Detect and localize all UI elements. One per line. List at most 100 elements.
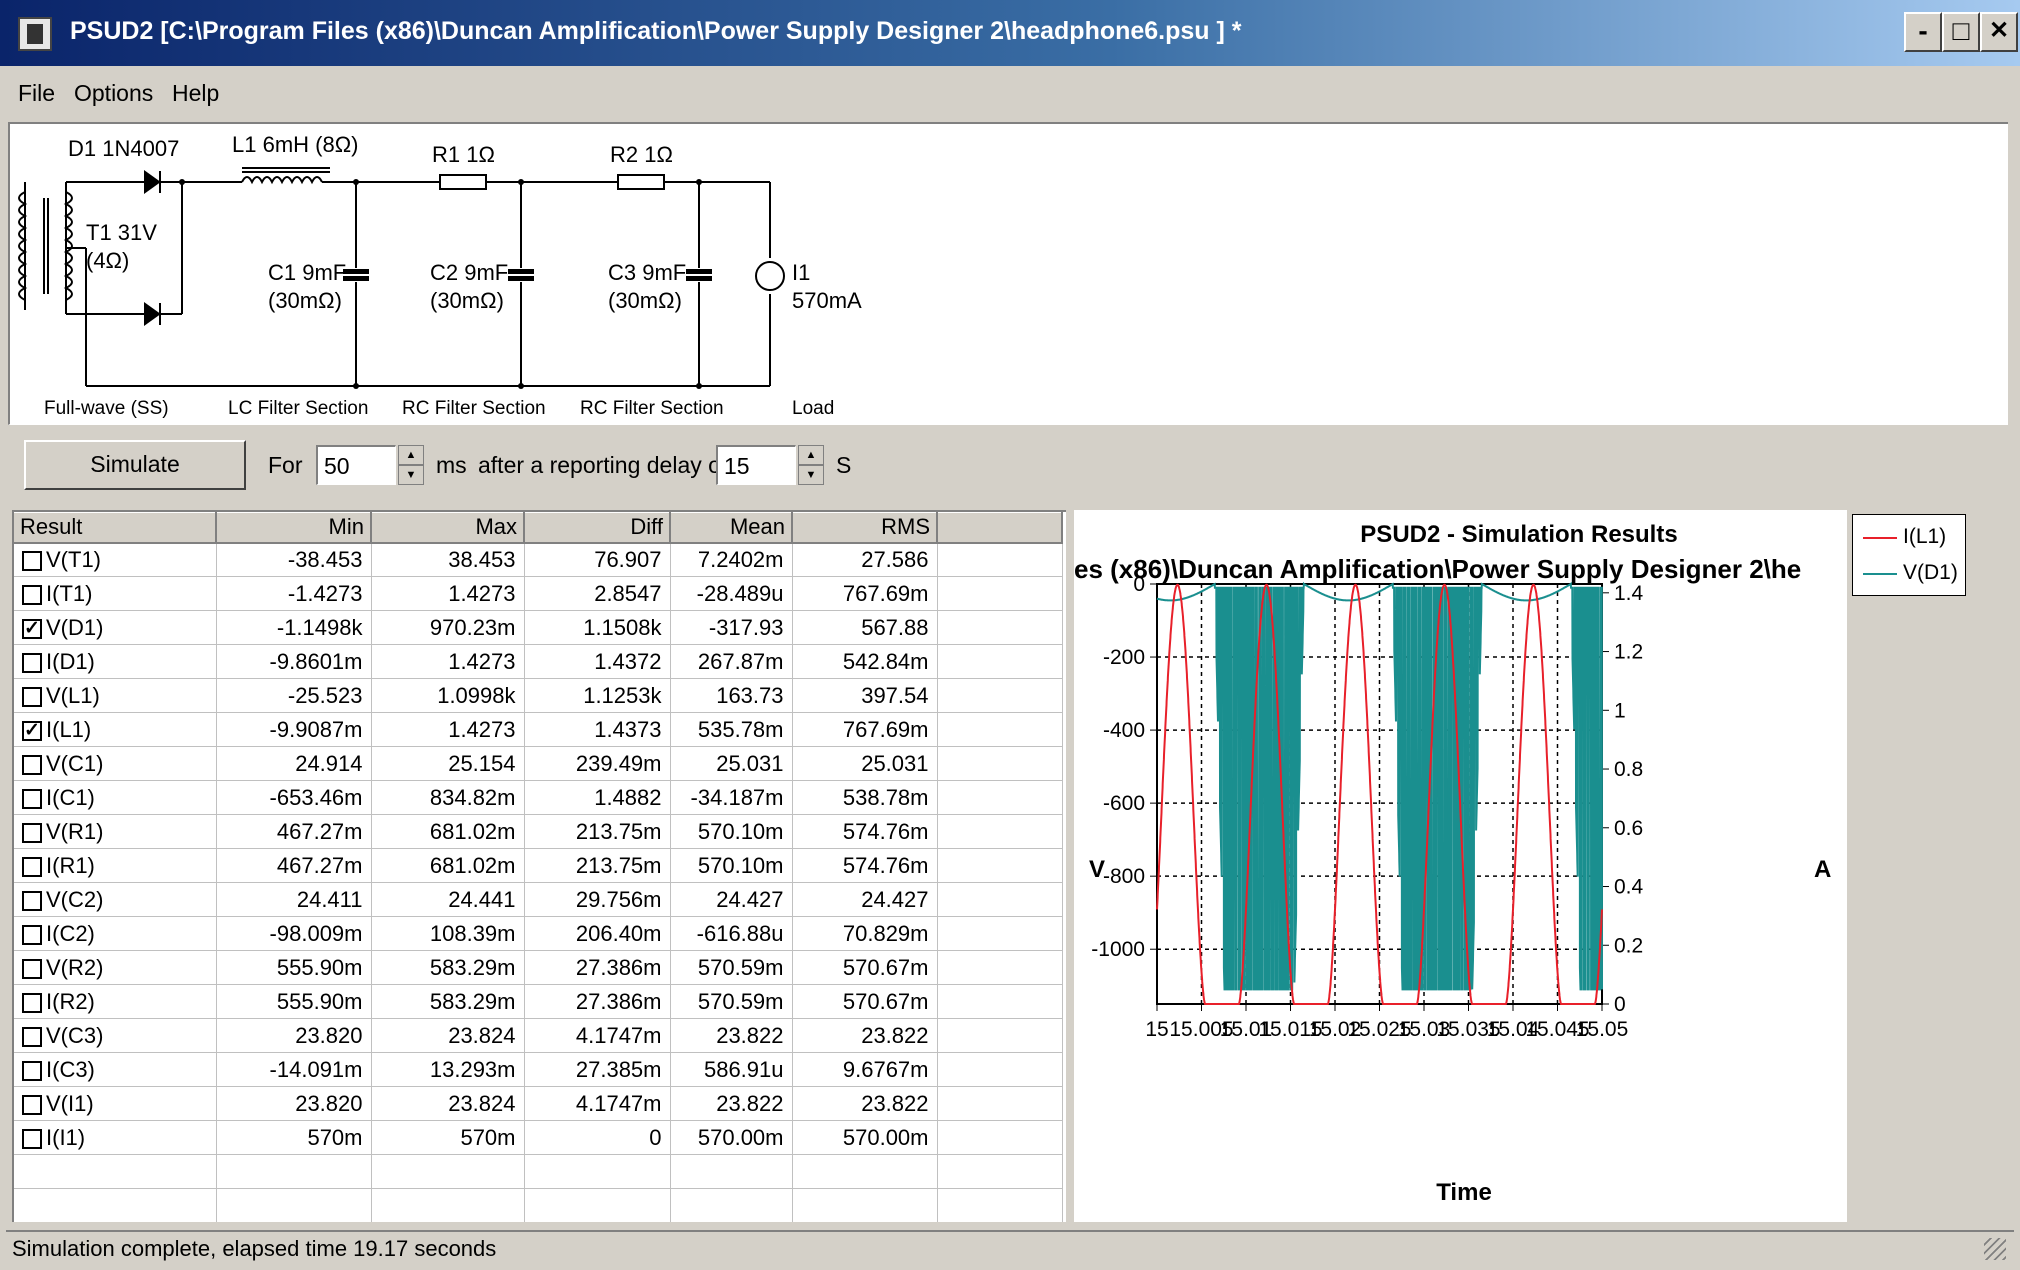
col-min[interactable]: Min (216, 512, 372, 544)
table-row[interactable]: V(R2) 555.90m 583.29m 27.386m 570.59m 570.67m (14, 950, 1063, 985)
result-checkbox[interactable] (22, 550, 42, 571)
cell-diff: 0 (524, 1120, 671, 1155)
i1-current: 570mA (792, 288, 862, 313)
delay-input[interactable]: 15 (716, 445, 796, 485)
legend-swatch-il1 (1863, 537, 1897, 539)
table-row[interactable]: V(C1) 24.914 25.154 239.49m 25.031 25.031 (14, 746, 1063, 781)
result-name: V(D1) (46, 614, 104, 640)
y-right-tick-label: 1.2 (1614, 641, 1643, 664)
table-row[interactable]: V(C2) 24.411 24.441 29.756m 24.427 24.427 (14, 882, 1063, 917)
result-checkbox[interactable] (22, 1094, 42, 1115)
table-row[interactable]: I(I1) 570m 570m 0 570.00m 570.00m (14, 1120, 1063, 1155)
ms-label: ms (436, 452, 467, 478)
table-row[interactable]: ✓ V(D1) -1.1498k 970.23m 1.1508k -317.93 567.8… (14, 610, 1063, 645)
table-row[interactable]: V(T1) -38.453 38.453 76.907 7.2402m 27.586 (14, 542, 1063, 577)
cell-rms: 542.84m (792, 644, 938, 679)
table-row[interactable]: V(L1) -25.523 1.0998k 1.1253k 163.73 397.54 (14, 678, 1063, 713)
result-checkbox[interactable]: ✓ (22, 720, 42, 741)
schematic-panel[interactable]: D1 1N4007 L1 6mH (8Ω) R1 1Ω R2 1Ω T1 31V… (8, 122, 2008, 425)
result-checkbox[interactable] (22, 992, 42, 1013)
col-result[interactable]: Result (14, 512, 217, 544)
result-checkbox[interactable] (22, 924, 42, 945)
delay-up-button[interactable]: ▲ (798, 445, 824, 465)
result-checkbox[interactable] (22, 788, 42, 809)
cell-mean: 535.78m (670, 712, 793, 747)
cell-max: 24.441 (371, 882, 525, 917)
table-row[interactable]: V(R1) 467.27m 681.02m 213.75m 570.10m 574.76m (14, 814, 1063, 849)
menu-help[interactable]: Help (172, 80, 219, 107)
col-max[interactable]: Max (371, 512, 525, 544)
result-checkbox[interactable] (22, 1128, 42, 1149)
cell-diff: 4.1747m (524, 1086, 671, 1121)
result-checkbox[interactable] (22, 754, 42, 775)
cell-mean: -28.489u (670, 576, 793, 611)
duration-up-button[interactable]: ▲ (398, 445, 424, 465)
cell-max: 38.453 (371, 542, 525, 577)
result-checkbox[interactable] (22, 822, 42, 843)
result-checkbox[interactable]: ✓ (22, 618, 42, 639)
result-checkbox[interactable] (22, 584, 42, 605)
duration-input[interactable]: 50 (316, 445, 396, 485)
cell-max: 1.4273 (371, 712, 525, 747)
table-row[interactable]: I(C2) -98.009m 108.39m 206.40m -616.88u 70.82… (14, 916, 1063, 951)
cell-diff: 27.386m (524, 950, 671, 985)
cell-diff: 27.385m (524, 1052, 671, 1087)
minimize-button[interactable]: - (1904, 12, 1942, 52)
y-left-tick-label: -1000 (1091, 938, 1145, 961)
cell-min: 467.27m (216, 814, 372, 849)
menu-options[interactable]: Options (74, 80, 153, 107)
x-tick-label: 15 (1145, 1018, 1168, 1041)
menu-file[interactable]: File (18, 80, 55, 107)
chart-title: PSUD2 - Simulation Results (1360, 521, 1677, 548)
c2-esr: (30mΩ) (430, 288, 504, 313)
result-checkbox[interactable] (22, 686, 42, 707)
table-row[interactable]: I(C1) -653.46m 834.82m 1.4882 -34.187m 538.78… (14, 780, 1063, 815)
cell-mean: 570.59m (670, 984, 793, 1019)
cell-min: -25.523 (216, 678, 372, 713)
simulate-button[interactable]: Simulate (24, 440, 246, 490)
table-row[interactable]: I(R1) 467.27m 681.02m 213.75m 570.10m 574.76m (14, 848, 1063, 883)
table-row[interactable]: I(C3) -14.091m 13.293m 27.385m 586.91u 9.6767… (14, 1052, 1063, 1087)
result-checkbox[interactable] (22, 958, 42, 979)
result-name: I(R1) (46, 852, 95, 878)
y-right-tick-label: 0.6 (1614, 817, 1643, 840)
empty-row (14, 1154, 1063, 1189)
cell-max: 1.4273 (371, 576, 525, 611)
app-icon[interactable] (18, 17, 52, 51)
cell-rms: 25.031 (792, 746, 938, 781)
table-row[interactable]: I(R2) 555.90m 583.29m 27.386m 570.59m 570.67m (14, 984, 1063, 1019)
result-checkbox[interactable] (22, 856, 42, 877)
cell-rms: 538.78m (792, 780, 938, 815)
cell-min: 555.90m (216, 984, 372, 1019)
col-mean[interactable]: Mean (670, 512, 793, 544)
col-rms[interactable]: RMS (792, 512, 938, 544)
result-checkbox[interactable] (22, 1026, 42, 1047)
col-diff[interactable]: Diff (524, 512, 671, 544)
cell-mean: 586.91u (670, 1052, 793, 1087)
table-row[interactable]: V(C3) 23.820 23.824 4.1747m 23.822 23.822 (14, 1018, 1063, 1053)
result-cell: I(C1) (14, 780, 217, 815)
cell-max: 834.82m (371, 780, 525, 815)
result-cell: I(C2) (14, 916, 217, 951)
table-row[interactable]: ✓ I(L1) -9.9087m 1.4273 1.4373 535.78m 767.69m (14, 712, 1063, 747)
result-cell: I(I1) (14, 1120, 217, 1155)
table-row[interactable]: V(I1) 23.820 23.824 4.1747m 23.822 23.822 (14, 1086, 1063, 1121)
maximize-button[interactable]: □ (1942, 12, 1980, 52)
chart-panel[interactable]: PSUD2 - Simulation Results es (x86)\Dunc… (1074, 510, 1966, 1222)
delay-down-button[interactable]: ▼ (798, 465, 824, 485)
close-button[interactable]: ✕ (1980, 12, 2018, 52)
result-name: V(C1) (46, 750, 104, 776)
table-row[interactable]: I(D1) -9.8601m 1.4273 1.4372 267.87m 542.84m (14, 644, 1063, 679)
table-row[interactable]: I(T1) -1.4273 1.4273 2.8547 -28.489u 767.69m (14, 576, 1063, 611)
result-checkbox[interactable] (22, 890, 42, 911)
duration-down-button[interactable]: ▼ (398, 465, 424, 485)
cell-min: -98.009m (216, 916, 372, 951)
result-cell: ✓ V(D1) (14, 610, 217, 645)
result-checkbox[interactable] (22, 652, 42, 673)
result-name: I(D1) (46, 648, 95, 674)
cell-diff: 4.1747m (524, 1018, 671, 1053)
cell-min: -9.8601m (216, 644, 372, 679)
resize-grip[interactable] (1984, 1238, 2006, 1260)
result-checkbox[interactable] (22, 1060, 42, 1081)
results-table-panel[interactable]: Result Min Max Diff Mean RMS V(T1) -38.45… (12, 510, 1066, 1222)
